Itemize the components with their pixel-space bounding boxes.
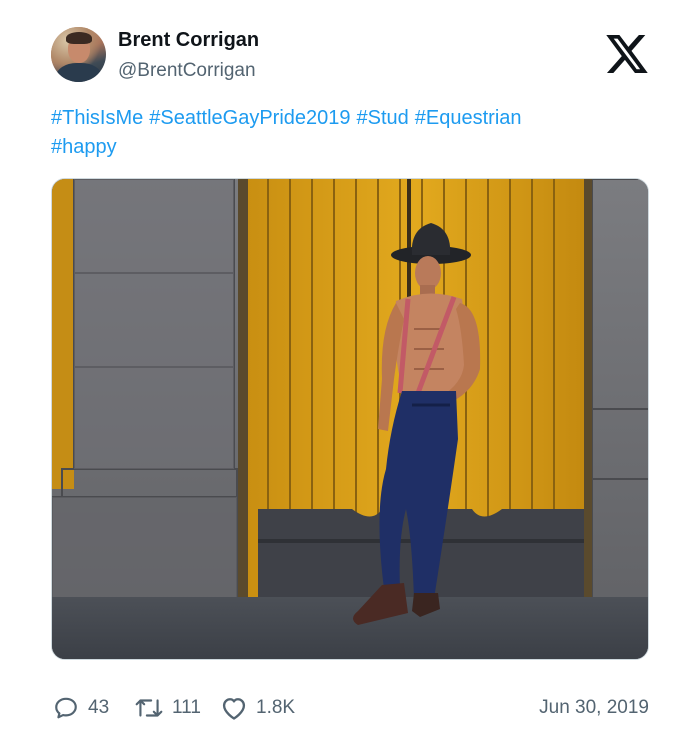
reply-count: 43 <box>88 697 110 718</box>
heart-icon[interactable] <box>220 695 248 721</box>
photo-icon <box>52 179 648 659</box>
retweet-count: 111 <box>172 697 201 718</box>
author-handle[interactable]: @BrentCorrigan <box>118 60 256 82</box>
tweet-text: #ThisIsMe #SeattleGayPride2019 #Stud #Eques… <box>51 104 641 162</box>
x-logo-icon[interactable] <box>606 35 648 73</box>
hashtag-link[interactable]: #happy <box>51 136 117 158</box>
hashtag-link[interactable]: #Equestrian <box>415 107 522 129</box>
tweet-date[interactable]: Jun 30, 2019 <box>539 697 649 719</box>
retweet-icon[interactable] <box>134 695 164 721</box>
tweet-photo[interactable] <box>51 178 649 660</box>
author-name[interactable]: Brent Corrigan <box>118 29 259 52</box>
avatar[interactable] <box>51 27 106 82</box>
like-count: 1.8K <box>256 697 296 718</box>
hashtag-link[interactable]: #Stud <box>357 107 409 129</box>
tweet-card: Brent Corrigan @BrentCorrigan #ThisIsMe #… <box>0 0 697 735</box>
hashtag-link[interactable]: #SeattleGayPride2019 <box>149 107 350 129</box>
hashtag-link[interactable]: #ThisIsMe <box>51 107 143 129</box>
reply-icon[interactable] <box>53 695 79 721</box>
